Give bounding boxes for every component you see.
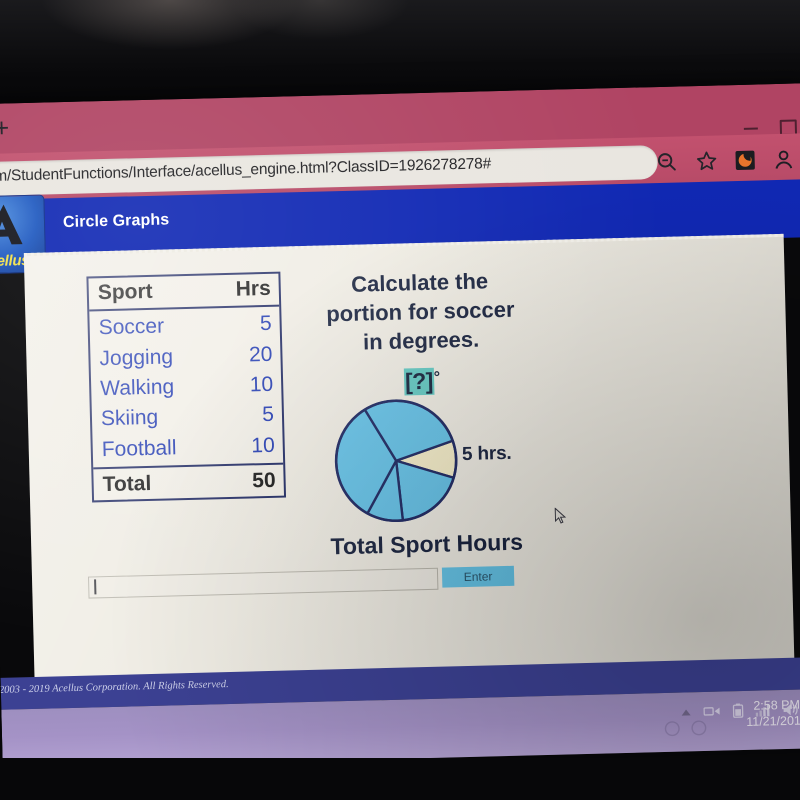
table-row: Soccer 5 bbox=[89, 309, 280, 344]
extension-icon[interactable] bbox=[735, 150, 755, 170]
table-row: Walking 10 bbox=[91, 370, 282, 405]
table-row: Skiing 5 bbox=[92, 400, 283, 435]
pie-chart: 5 hrs. bbox=[333, 395, 566, 526]
answer-placeholder: [?]° bbox=[307, 365, 538, 398]
pie-slice-label: 5 hrs. bbox=[461, 442, 512, 466]
cell-hrs: 10 bbox=[251, 433, 276, 458]
profile-avatar-icon[interactable] bbox=[772, 148, 795, 171]
question-line-2: portion for soccer bbox=[325, 296, 515, 327]
cell-sport: Jogging bbox=[99, 345, 174, 370]
taskbar-time: 2:58 PM bbox=[753, 697, 800, 713]
taskbar-date: 11/21/2019 bbox=[746, 713, 800, 729]
table-body: Soccer 5 Jogging 20 Walking 10 Skiing 5 bbox=[89, 306, 284, 470]
cell-hrs: 10 bbox=[249, 372, 274, 397]
browser-toolbar-icons bbox=[655, 141, 800, 179]
minimize-icon[interactable] bbox=[743, 127, 758, 130]
cell-hrs: 5 bbox=[261, 403, 275, 427]
cell-hrs: 20 bbox=[248, 342, 273, 367]
bookmark-star-icon[interactable] bbox=[695, 150, 718, 173]
table-row: Football 10 bbox=[92, 430, 283, 465]
photograph-of-monitor: + om/StudentFunctions/Interface/acellus_… bbox=[0, 0, 800, 800]
cell-sport: Skiing bbox=[100, 406, 159, 431]
table-total-row: Total 50 bbox=[93, 465, 284, 501]
show-hidden-icons-icon[interactable] bbox=[680, 705, 691, 723]
mouse-cursor-icon bbox=[554, 507, 567, 524]
table-header-row: Sport Hrs bbox=[88, 273, 280, 312]
answer-input-row: Enter bbox=[87, 565, 515, 599]
cell-hrs: 5 bbox=[259, 312, 272, 336]
answer-input[interactable] bbox=[87, 567, 439, 599]
zoom-out-icon[interactable] bbox=[655, 151, 678, 174]
question-line-3: in degrees. bbox=[362, 326, 480, 355]
monitor-bezel-bottom bbox=[0, 758, 800, 800]
text-caret bbox=[94, 579, 97, 595]
answer-blank-box: [?] bbox=[403, 367, 435, 396]
enter-button[interactable]: Enter bbox=[441, 565, 515, 588]
cell-sport: Walking bbox=[99, 375, 175, 401]
cell-sport: Soccer bbox=[98, 314, 165, 340]
total-label: Total bbox=[102, 472, 152, 497]
sport-hours-table: Sport Hrs Soccer 5 Jogging 20 Walking 10 bbox=[86, 271, 287, 503]
degree-symbol: ° bbox=[433, 369, 441, 387]
new-tab-button[interactable]: + bbox=[0, 112, 13, 142]
footer-copyright: t © 2003 - 2019 Acellus Corporation. All… bbox=[0, 679, 229, 697]
table-row: Jogging 20 bbox=[90, 339, 281, 374]
table-header-sport: Sport bbox=[97, 279, 153, 305]
screen-content: + om/StudentFunctions/Interface/acellus_… bbox=[0, 83, 800, 769]
address-bar-url: om/StudentFunctions/Interface/acellus_en… bbox=[0, 155, 492, 186]
chart-caption: Total Sport Hours bbox=[330, 528, 524, 560]
table-header-hrs: Hrs bbox=[235, 276, 272, 301]
total-value: 50 bbox=[251, 468, 276, 493]
lesson-content-area: Sport Hrs Soccer 5 Jogging 20 Walking 10 bbox=[23, 233, 795, 686]
taskbar-clock[interactable]: 2:58 PM 11/21/2019 bbox=[746, 697, 800, 730]
pie-chart-svg bbox=[334, 399, 458, 523]
page-title: Circle Graphs bbox=[62, 211, 170, 232]
screen-glare-right bbox=[230, 0, 410, 40]
battery-icon[interactable] bbox=[732, 703, 744, 723]
acellus-a-mark bbox=[0, 204, 23, 246]
network-icon[interactable] bbox=[703, 705, 720, 723]
cell-sport: Football bbox=[101, 436, 177, 461]
question-prompt: Calculate the portion for soccer in degr… bbox=[304, 265, 536, 358]
